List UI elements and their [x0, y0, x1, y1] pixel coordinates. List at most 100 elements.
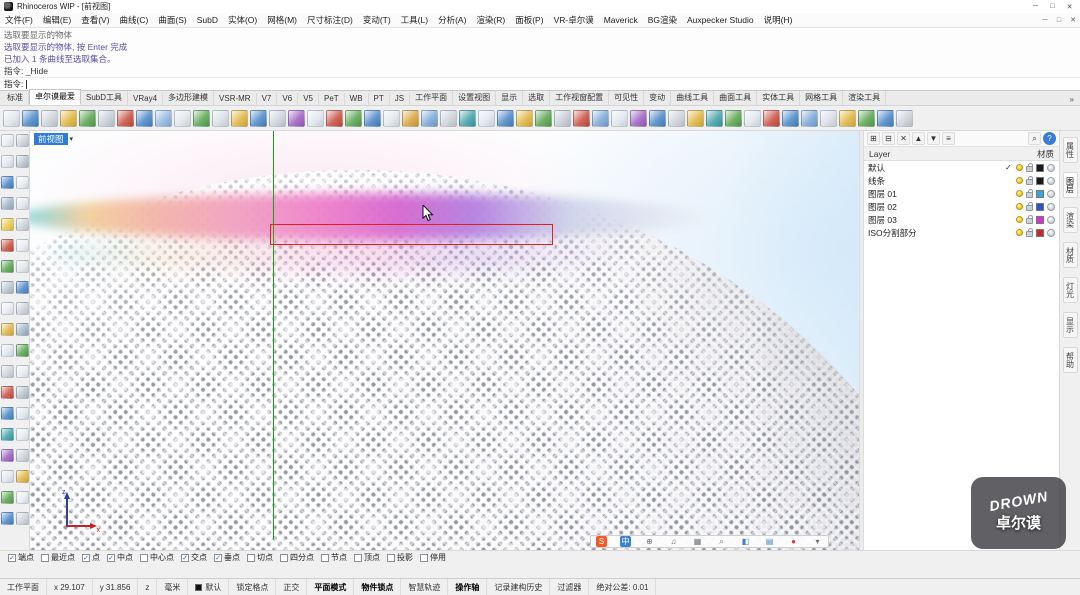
toolbar-group-tab[interactable]: V5 [298, 93, 319, 105]
toolbar-icon[interactable] [117, 109, 134, 127]
toolbar-icon[interactable] [763, 109, 780, 127]
side-toolbar-icon[interactable] [0, 239, 14, 252]
layer-lock-icon[interactable] [1026, 202, 1033, 211]
toolbar-icon[interactable] [554, 109, 571, 127]
menu-item[interactable]: 文件(F) [0, 14, 38, 26]
osnap-toggle[interactable]: 垂点 [214, 552, 240, 563]
side-toolbar-icon[interactable] [15, 491, 29, 504]
toolbar-icon[interactable] [212, 109, 229, 127]
toolbar-icon[interactable] [820, 109, 837, 127]
osnap-toggle[interactable]: 点 [82, 552, 100, 563]
panel-tab[interactable]: 图层 [1062, 172, 1078, 198]
toolbar-group-tab[interactable]: 可见性 [609, 91, 645, 105]
layer-material-icon[interactable] [1047, 176, 1055, 185]
side-toolbar-icon[interactable] [15, 407, 29, 420]
viewport[interactable]: 前视图 ▾ z x S 中 ⊕ ♫ ▦ ⌕ ◧ ▤ ● ▾ [30, 131, 859, 550]
viewport-title-label[interactable]: 前视图 [34, 133, 68, 145]
layer-visibility-bulb-icon[interactable] [1016, 229, 1023, 236]
panel-tab[interactable]: 材质 [1062, 242, 1078, 268]
toolbar-group-tab[interactable]: 曲面工具 [714, 91, 758, 105]
menu-item[interactable]: 实体(O) [223, 14, 262, 26]
toolbar-icon[interactable] [497, 109, 514, 127]
toolbar-icon[interactable] [174, 109, 191, 127]
menu-item[interactable]: 编辑(E) [38, 14, 76, 26]
menu-item[interactable]: BG渲染 [643, 14, 682, 26]
toolbar-icon[interactable] [478, 109, 495, 127]
side-toolbar-icon[interactable] [0, 134, 14, 147]
side-toolbar-icon[interactable] [15, 512, 29, 525]
toolbar-group-tab[interactable]: PeT [319, 93, 345, 105]
toolbar-icon[interactable] [782, 109, 799, 127]
status-field[interactable]: 默认 [188, 579, 230, 595]
status-field[interactable]: x 29.107 [47, 579, 93, 595]
toolbar-icon[interactable] [383, 109, 400, 127]
toolbar-icon[interactable] [573, 109, 590, 127]
menu-item[interactable]: Maverick [599, 15, 643, 25]
toolbar-icon[interactable] [687, 109, 704, 127]
side-toolbar-icon[interactable] [15, 470, 29, 483]
layers-panel-tool-button[interactable]: ▼ [927, 132, 940, 145]
menu-item[interactable]: Auxpecker Studio [682, 15, 759, 25]
window-control-button[interactable]: ✕ [1061, 1, 1078, 12]
toolbar-icon[interactable] [307, 109, 324, 127]
menu-item[interactable]: 曲线(C) [115, 14, 154, 26]
toolbar-group-tab[interactable]: WB [345, 93, 369, 105]
toolbar-group-tab[interactable]: VRay4 [128, 93, 164, 105]
toolbar-group-tab[interactable]: 实体工具 [757, 91, 801, 105]
status-field[interactable]: 过滤器 [550, 579, 590, 595]
menu-item[interactable]: 查看(V) [76, 14, 114, 26]
tray-icon[interactable]: ♫ [668, 536, 679, 547]
side-toolbar-icon[interactable] [15, 344, 29, 357]
toolbar-icon[interactable] [858, 109, 875, 127]
toolbar-icon[interactable] [231, 109, 248, 127]
toolbar-icon[interactable] [744, 109, 761, 127]
tray-icon[interactable]: ▦ [692, 536, 703, 547]
side-toolbar-icon[interactable] [15, 134, 29, 147]
toolbar-icon[interactable] [41, 109, 58, 127]
layer-name-column-header[interactable]: Layer [869, 149, 890, 159]
toolbar-icon[interactable] [440, 109, 457, 127]
layer-material-icon[interactable] [1047, 202, 1055, 211]
material-column-header[interactable]: 材质 [1037, 148, 1054, 160]
toolbar-icon[interactable] [345, 109, 362, 127]
osnap-toggle[interactable]: 中心点 [140, 552, 174, 563]
toolbar-group-tab[interactable]: V7 [257, 93, 278, 105]
layer-lock-icon[interactable] [1026, 228, 1033, 237]
layer-lock-icon[interactable] [1026, 163, 1033, 172]
menu-item[interactable]: 网格(M) [262, 14, 302, 26]
side-toolbar-icon[interactable] [15, 218, 29, 231]
side-toolbar-icon[interactable] [15, 428, 29, 441]
side-toolbar-icon[interactable] [0, 260, 14, 273]
status-field[interactable]: y 31.856 [93, 579, 139, 595]
layers-panel-tool-button[interactable]: ▲ [912, 132, 925, 145]
tray-icon[interactable]: ⊕ [644, 536, 655, 547]
toolbar-icon[interactable] [136, 109, 153, 127]
layer-row[interactable]: 图层 02 ✓ [864, 200, 1059, 213]
layer-material-icon[interactable] [1047, 215, 1055, 224]
side-toolbar-icon[interactable] [0, 491, 14, 504]
toolbar-icon[interactable] [364, 109, 381, 127]
side-toolbar-icon[interactable] [0, 218, 14, 231]
layer-visibility-bulb-icon[interactable] [1016, 190, 1023, 197]
toolbar-icon[interactable] [801, 109, 818, 127]
toolbar-icon[interactable] [516, 109, 533, 127]
layer-material-icon[interactable] [1047, 228, 1055, 237]
status-field[interactable]: 锁定格点 [229, 579, 277, 595]
panel-tab[interactable]: 灯光 [1062, 277, 1078, 303]
menu-item[interactable]: 曲面(S) [153, 14, 191, 26]
toolbar-group-tab[interactable]: 卓尔谟最爱 [29, 89, 81, 105]
status-field[interactable]: 绝对公差: 0.01 [589, 579, 657, 595]
layer-lock-icon[interactable] [1026, 189, 1033, 198]
toolbar-group-tab[interactable]: 变动 [644, 91, 672, 105]
layer-visibility-bulb-icon[interactable] [1016, 203, 1023, 210]
layer-color-swatch[interactable] [1036, 215, 1044, 224]
toolbar-icon[interactable] [79, 109, 96, 127]
side-toolbar-icon[interactable] [0, 281, 14, 294]
toolbar-group-tab[interactable]: 曲线工具 [671, 91, 715, 105]
side-toolbar-icon[interactable] [0, 512, 14, 525]
menu-item[interactable]: 尺寸标注(D) [302, 14, 358, 26]
side-toolbar-icon[interactable] [15, 155, 29, 168]
child-window-control-button[interactable]: ─ [1038, 15, 1052, 26]
layer-color-swatch[interactable] [1036, 176, 1044, 185]
tab-overflow-chevron-icon[interactable]: » [1064, 95, 1080, 105]
